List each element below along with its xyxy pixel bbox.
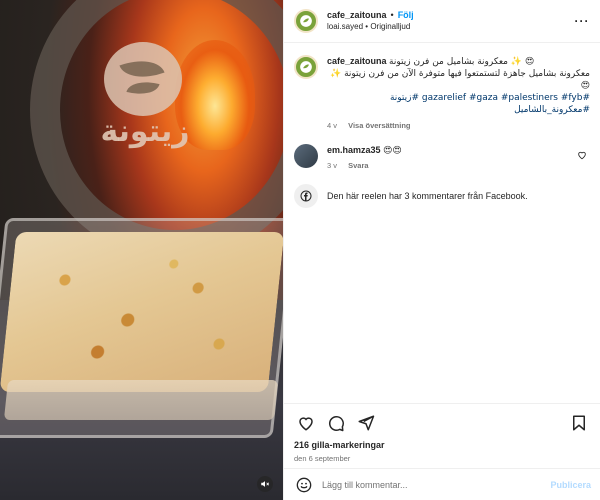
follow-button[interactable]: Följ bbox=[398, 9, 414, 21]
avatar[interactable] bbox=[294, 9, 318, 33]
audio-info[interactable]: loai.sayed • Originalljud bbox=[327, 21, 574, 33]
action-bar: 216 gilla-markeringar den 6 september bbox=[284, 403, 600, 463]
post-date[interactable]: den 6 september bbox=[294, 454, 591, 463]
olive-logo-icon bbox=[300, 61, 312, 73]
facebook-comments-note: Den här reelen har 3 kommentarer från Fa… bbox=[294, 184, 590, 208]
separator-dot: • bbox=[365, 22, 369, 31]
olive-logo-icon bbox=[300, 15, 312, 27]
comment-body: em.hamza35 😍😍 3 v Svara bbox=[327, 144, 574, 170]
post-header: cafe_zaitouna • Följ loai.sayed • Origin… bbox=[284, 0, 600, 43]
caption-hashtags[interactable]: #gazarelief #gaza #palestiners #fyb #زيت… bbox=[327, 92, 590, 116]
bookmark-icon bbox=[573, 415, 585, 431]
likes-count[interactable]: 216 gilla-markeringar bbox=[294, 440, 591, 450]
heart-icon bbox=[299, 417, 313, 431]
translate-button[interactable]: Visa översättning bbox=[348, 121, 410, 130]
username-link[interactable]: cafe_zaitouna bbox=[327, 9, 387, 21]
more-options-button[interactable]: ··· bbox=[574, 14, 590, 28]
pasta-bechamel bbox=[0, 232, 283, 392]
facebook-icon bbox=[294, 184, 318, 208]
comment-text: 😍😍 bbox=[383, 145, 402, 155]
comment-button[interactable] bbox=[324, 412, 348, 434]
audio-user[interactable]: loai.sayed bbox=[327, 22, 363, 31]
comment-meta: 3 v Svara bbox=[327, 161, 574, 170]
comments-section: cafe_zaitouna معكرونة بشاميل من فرن زيتو… bbox=[284, 43, 600, 395]
caption-time[interactable]: 4 v bbox=[327, 121, 337, 130]
caption-body: cafe_zaitouna معكرونة بشاميل من فرن زيتو… bbox=[327, 55, 590, 130]
reel-video[interactable]: زيتونة bbox=[0, 0, 283, 500]
emoji-button[interactable] bbox=[294, 475, 314, 495]
comment-bubble-icon bbox=[329, 416, 344, 432]
caption-meta: 4 v Visa översättning bbox=[327, 121, 590, 130]
reply-button[interactable]: Svara bbox=[348, 161, 368, 170]
facebook-note-text: Den här reelen har 3 kommentarer från Fa… bbox=[327, 191, 528, 201]
facebook-logo-icon bbox=[300, 190, 312, 202]
publish-button[interactable]: Publicera bbox=[550, 480, 591, 490]
smiley-icon bbox=[296, 477, 312, 492]
comment-input[interactable] bbox=[322, 479, 551, 490]
audio-label[interactable]: Originalljud bbox=[370, 22, 410, 31]
add-comment-bar: Publicera bbox=[284, 468, 600, 500]
tray-edge bbox=[3, 380, 279, 420]
post-sidebar: cafe_zaitouna • Följ loai.sayed • Origin… bbox=[283, 0, 600, 500]
comment-username[interactable]: em.hamza35 bbox=[327, 145, 381, 155]
avatar[interactable] bbox=[294, 55, 318, 79]
header-info: cafe_zaitouna • Följ loai.sayed • Origin… bbox=[327, 9, 574, 33]
caption: cafe_zaitouna معكرونة بشاميل من فرن زيتو… bbox=[294, 55, 590, 130]
save-button[interactable] bbox=[567, 412, 591, 434]
watermark-text: زيتونة bbox=[100, 114, 190, 149]
caption-username[interactable]: cafe_zaitouna bbox=[327, 56, 387, 66]
separator-dot: • bbox=[390, 10, 394, 20]
comment-time[interactable]: 3 v bbox=[327, 161, 337, 170]
speaker-muted-icon bbox=[261, 481, 270, 487]
share-button[interactable] bbox=[354, 412, 378, 434]
mute-button[interactable] bbox=[257, 476, 273, 492]
avatar[interactable] bbox=[294, 144, 318, 168]
comment-item: em.hamza35 😍😍 3 v Svara bbox=[294, 144, 590, 170]
comment-like-button[interactable] bbox=[574, 144, 590, 170]
caption-line: معكرونة بشاميل جاهزة لتستمتعوا فيها متوف… bbox=[330, 69, 590, 91]
heart-icon bbox=[578, 151, 586, 160]
caption-line: معكرونة بشاميل من فرن زيتونة ✨ 😍 bbox=[389, 57, 535, 67]
send-icon bbox=[358, 415, 375, 431]
like-button[interactable] bbox=[294, 412, 318, 434]
watermark-logo bbox=[104, 42, 182, 116]
post-view: زيتونة cafe_zaitouna • Följ loai.sayed •… bbox=[0, 0, 600, 500]
